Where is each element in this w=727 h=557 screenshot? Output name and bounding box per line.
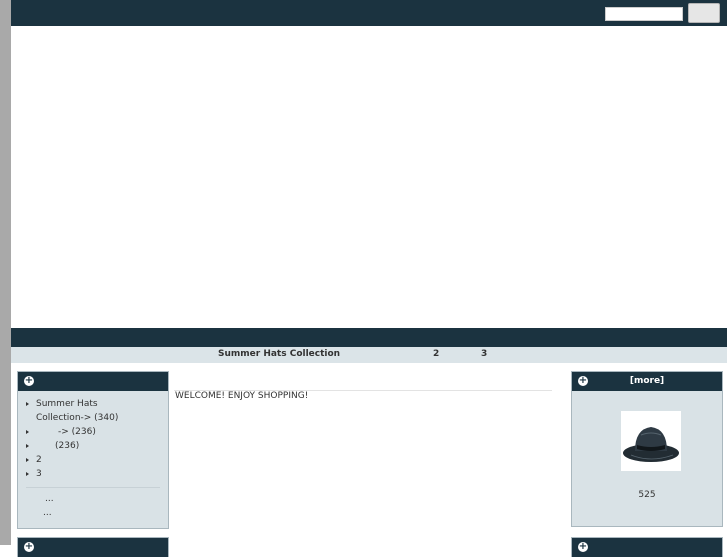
categories-box: + Summer Hats Collection-> (340) -> (236…: [17, 371, 169, 529]
product-image[interactable]: [621, 411, 681, 471]
welcome-message: WELCOME! ENJOY SHOPPING!: [175, 391, 309, 401]
plus-icon[interactable]: +: [24, 376, 34, 386]
list-item[interactable]: 2: [26, 453, 162, 467]
category-bar: Summer Hats Collection 2 3: [11, 347, 727, 363]
categories-box-header: +: [18, 372, 168, 391]
search-button[interactable]: [688, 3, 720, 23]
sidebar-box-3-header: +: [572, 538, 722, 557]
sub-link[interactable]: ...: [43, 506, 168, 520]
banner: [11, 26, 727, 328]
plus-icon[interactable]: +: [578, 542, 588, 552]
arrow-right-icon: [26, 444, 29, 448]
arrow-right-icon: [26, 430, 29, 434]
list-item[interactable]: Summer Hats Collection-> (340): [26, 397, 146, 425]
category-link-3[interactable]: 3: [481, 349, 487, 359]
category-list: Summer Hats Collection-> (340) -> (236) …: [18, 391, 168, 481]
search-input[interactable]: [605, 7, 683, 21]
sidebar-box-2-header: +: [18, 538, 168, 557]
more-link[interactable]: [more]: [572, 376, 722, 386]
list-item[interactable]: (236): [26, 439, 162, 453]
list-item[interactable]: 3: [26, 467, 162, 481]
black-fedora-hat-icon: [623, 427, 679, 462]
sidebar-box-3: +: [571, 537, 723, 557]
sidebar-box-2: +: [17, 537, 169, 557]
category-link-2[interactable]: 2: [433, 349, 439, 359]
arrow-right-icon: [26, 402, 29, 406]
left-gutter: [0, 0, 11, 545]
divider: [26, 487, 160, 488]
product-count: 525: [638, 490, 656, 500]
sub-links: ... ...: [18, 492, 168, 520]
sub-link[interactable]: ...: [45, 492, 168, 506]
arrow-right-icon: [26, 458, 29, 462]
plus-icon[interactable]: +: [24, 542, 34, 552]
featured-box-header: + [more]: [572, 372, 722, 391]
nav-bar: [11, 328, 727, 347]
list-item[interactable]: -> (236): [26, 425, 162, 439]
arrow-right-icon: [26, 472, 29, 476]
category-link-summer-hats[interactable]: Summer Hats Collection: [218, 349, 340, 359]
featured-box: + [more] 525: [571, 371, 723, 527]
